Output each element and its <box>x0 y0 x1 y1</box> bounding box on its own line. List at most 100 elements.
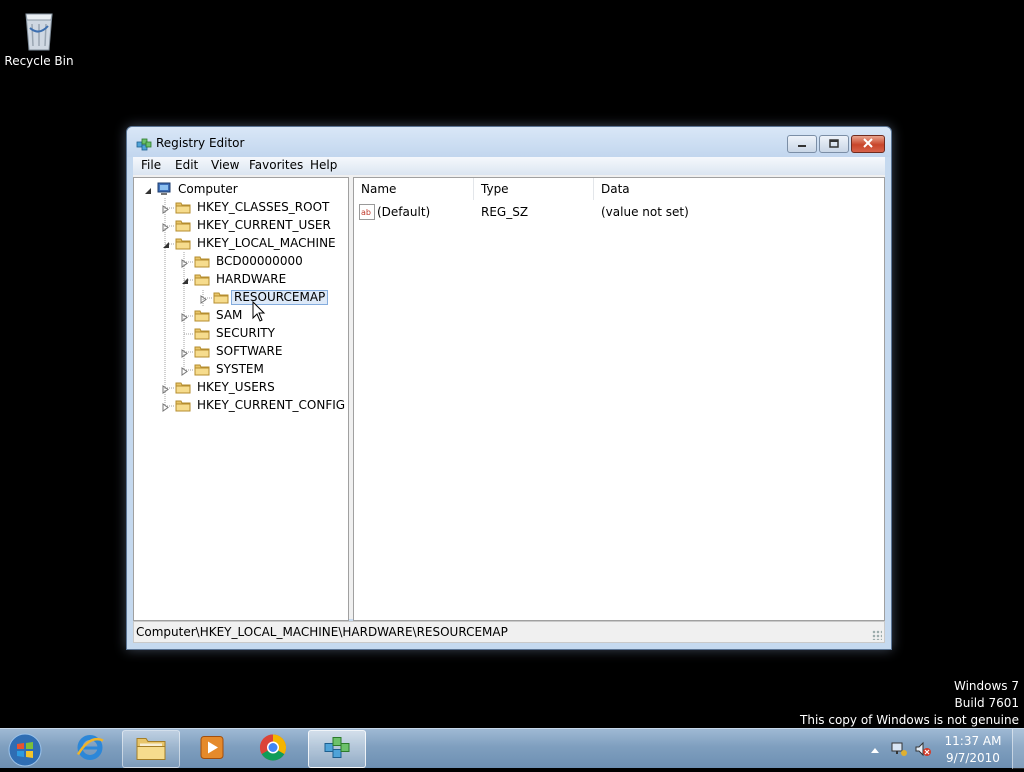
folder-icon <box>194 254 210 268</box>
menu-favorites[interactable]: Favorites <box>243 158 309 172</box>
windows-logo-icon <box>8 733 42 767</box>
tree-node-computer[interactable]: Computer <box>134 181 334 199</box>
volume-muted-icon[interactable] <box>914 741 932 760</box>
network-icon[interactable] <box>890 741 908 760</box>
tree-node-system[interactable]: SYSTEM <box>134 361 334 379</box>
clock[interactable]: 11:37 AM 9/7/2010 <box>938 733 1008 767</box>
regedit-icon <box>136 136 152 152</box>
expand-arrow-icon[interactable] <box>181 257 189 268</box>
folder-icon <box>194 344 210 358</box>
folder-icon <box>194 308 210 322</box>
watermark-line-3: This copy of Windows is not genuine <box>800 713 1019 727</box>
folder-icon <box>194 326 210 340</box>
taskbar-registry-editor[interactable] <box>308 730 366 768</box>
tree-node-hardware[interactable]: HARDWARE <box>134 271 334 289</box>
folder-icon <box>194 272 210 286</box>
tree-node-software[interactable]: SOFTWARE <box>134 343 334 361</box>
resize-grip-icon[interactable] <box>872 630 882 640</box>
value-data: (value not set) <box>601 205 689 219</box>
clock-time: 11:37 AM <box>944 734 1002 748</box>
taskbar-windows-explorer[interactable] <box>122 730 180 768</box>
tree-node-label: HKEY_CLASSES_ROOT <box>197 200 330 214</box>
folder-icon <box>175 200 191 214</box>
expand-arrow-icon[interactable] <box>162 401 170 412</box>
menu-view[interactable]: View <box>205 158 245 172</box>
registry-editor-window: Registry Editor File Edit View Favorites… <box>126 126 892 650</box>
column-header-name[interactable]: Name <box>354 178 474 200</box>
tree-node-label: BCD00000000 <box>216 254 303 268</box>
recycle-bin-shortcut[interactable]: Recycle Bin <box>4 4 74 68</box>
tree-node-label: SAM <box>216 308 243 322</box>
folder-icon <box>175 380 191 394</box>
folder-icon <box>213 290 229 304</box>
taskbar-internet-explorer[interactable] <box>61 730 119 768</box>
regedit-icon <box>322 733 352 766</box>
values-list[interactable]: Name Type Data ab (Default) REG_SZ (valu… <box>353 177 885 621</box>
tree-node-label: SOFTWARE <box>216 344 283 358</box>
media-player-icon <box>198 734 226 765</box>
menu-edit[interactable]: Edit <box>169 158 204 172</box>
recycle-bin-label: Recycle Bin <box>4 54 74 68</box>
tree-node-hkey-current-config[interactable]: HKEY_CURRENT_CONFIG <box>134 397 346 415</box>
column-header-type[interactable]: Type <box>474 178 594 200</box>
tree-node-label: HKEY_CURRENT_CONFIG <box>197 398 346 412</box>
tree-node-label: SYSTEM <box>216 362 264 376</box>
collapse-arrow-icon[interactable] <box>144 185 152 194</box>
list-header: Name Type Data <box>354 178 884 200</box>
show-desktop-button[interactable] <box>1012 729 1024 769</box>
menu-bar: File Edit View Favorites Help <box>133 157 885 175</box>
menu-file[interactable]: File <box>135 158 167 172</box>
tree-node-hkey-local-machine[interactable]: HKEY_LOCAL_MACHINE <box>134 235 336 253</box>
tree-node-security[interactable]: SECURITY <box>134 325 334 343</box>
expand-arrow-icon[interactable] <box>181 347 189 358</box>
close-button[interactable] <box>851 135 885 153</box>
status-path: Computer\HKEY_LOCAL_MACHINE\HARDWARE\RES… <box>136 625 508 639</box>
folder-icon <box>194 362 210 376</box>
expand-arrow-icon[interactable] <box>181 311 189 322</box>
windows-watermark: Windows 7 Build 7601 This copy of Window… <box>800 678 1019 729</box>
tree-node-label: HKEY_USERS <box>197 380 275 394</box>
minimize-button[interactable] <box>787 135 817 153</box>
tree-node-bcd00000000[interactable]: BCD00000000 <box>134 253 334 271</box>
expand-arrow-icon[interactable] <box>162 221 170 232</box>
watermark-line-1: Windows 7 <box>953 679 1019 693</box>
tree-node-resourcemap[interactable]: RESOURCEMAP <box>134 289 334 307</box>
tree-node-label: Computer <box>178 182 238 196</box>
tree-node-label: SECURITY <box>216 326 275 340</box>
expand-arrow-icon[interactable] <box>200 293 208 304</box>
menu-help[interactable]: Help <box>304 158 343 172</box>
folder-icon <box>175 218 191 232</box>
title-bar[interactable]: Registry Editor <box>127 127 891 157</box>
tree-node-sam[interactable]: SAM <box>134 307 334 325</box>
mouse-pointer-icon <box>252 300 266 323</box>
column-header-data[interactable]: Data <box>594 178 884 200</box>
folder-icon <box>175 236 191 250</box>
folder-icon <box>175 398 191 412</box>
list-row[interactable]: ab (Default) REG_SZ (value not set) <box>354 202 884 222</box>
collapse-arrow-icon[interactable] <box>181 275 189 284</box>
value-name: (Default) <box>377 205 431 219</box>
window-title: Registry Editor <box>156 136 245 150</box>
tree-node-label: RESOURCEMAP <box>231 290 329 305</box>
expand-arrow-icon[interactable] <box>162 383 170 394</box>
show-hidden-icons-arrow-icon[interactable] <box>870 743 880 757</box>
client-area: Computer HKEY_CLASSES_ROOT HKEY_CURRENT_… <box>133 175 885 621</box>
expand-arrow-icon[interactable] <box>181 365 189 376</box>
folder-icon <box>135 734 167 765</box>
start-button[interactable] <box>5 731 47 769</box>
desktop: Recycle Bin Windows 7 Build 7601 This co… <box>0 0 1024 769</box>
chrome-icon <box>258 733 288 766</box>
value-type: REG_SZ <box>481 205 529 219</box>
registry-tree[interactable]: Computer HKEY_CLASSES_ROOT HKEY_CURRENT_… <box>133 177 349 621</box>
collapse-arrow-icon[interactable] <box>162 239 170 248</box>
tree-node-hkey-users[interactable]: HKEY_USERS <box>134 379 334 397</box>
expand-arrow-icon[interactable] <box>162 203 170 214</box>
tree-node-hkey-classes-root[interactable]: HKEY_CLASSES_ROOT <box>134 199 334 217</box>
recycle-bin-icon <box>21 6 57 52</box>
taskbar-chrome[interactable] <box>244 730 302 768</box>
taskbar-media-player[interactable] <box>183 730 241 768</box>
maximize-icon <box>829 137 839 151</box>
tree-node-hkey-current-user[interactable]: HKEY_CURRENT_USER <box>134 217 334 235</box>
close-icon <box>863 137 873 151</box>
maximize-button[interactable] <box>819 135 849 153</box>
